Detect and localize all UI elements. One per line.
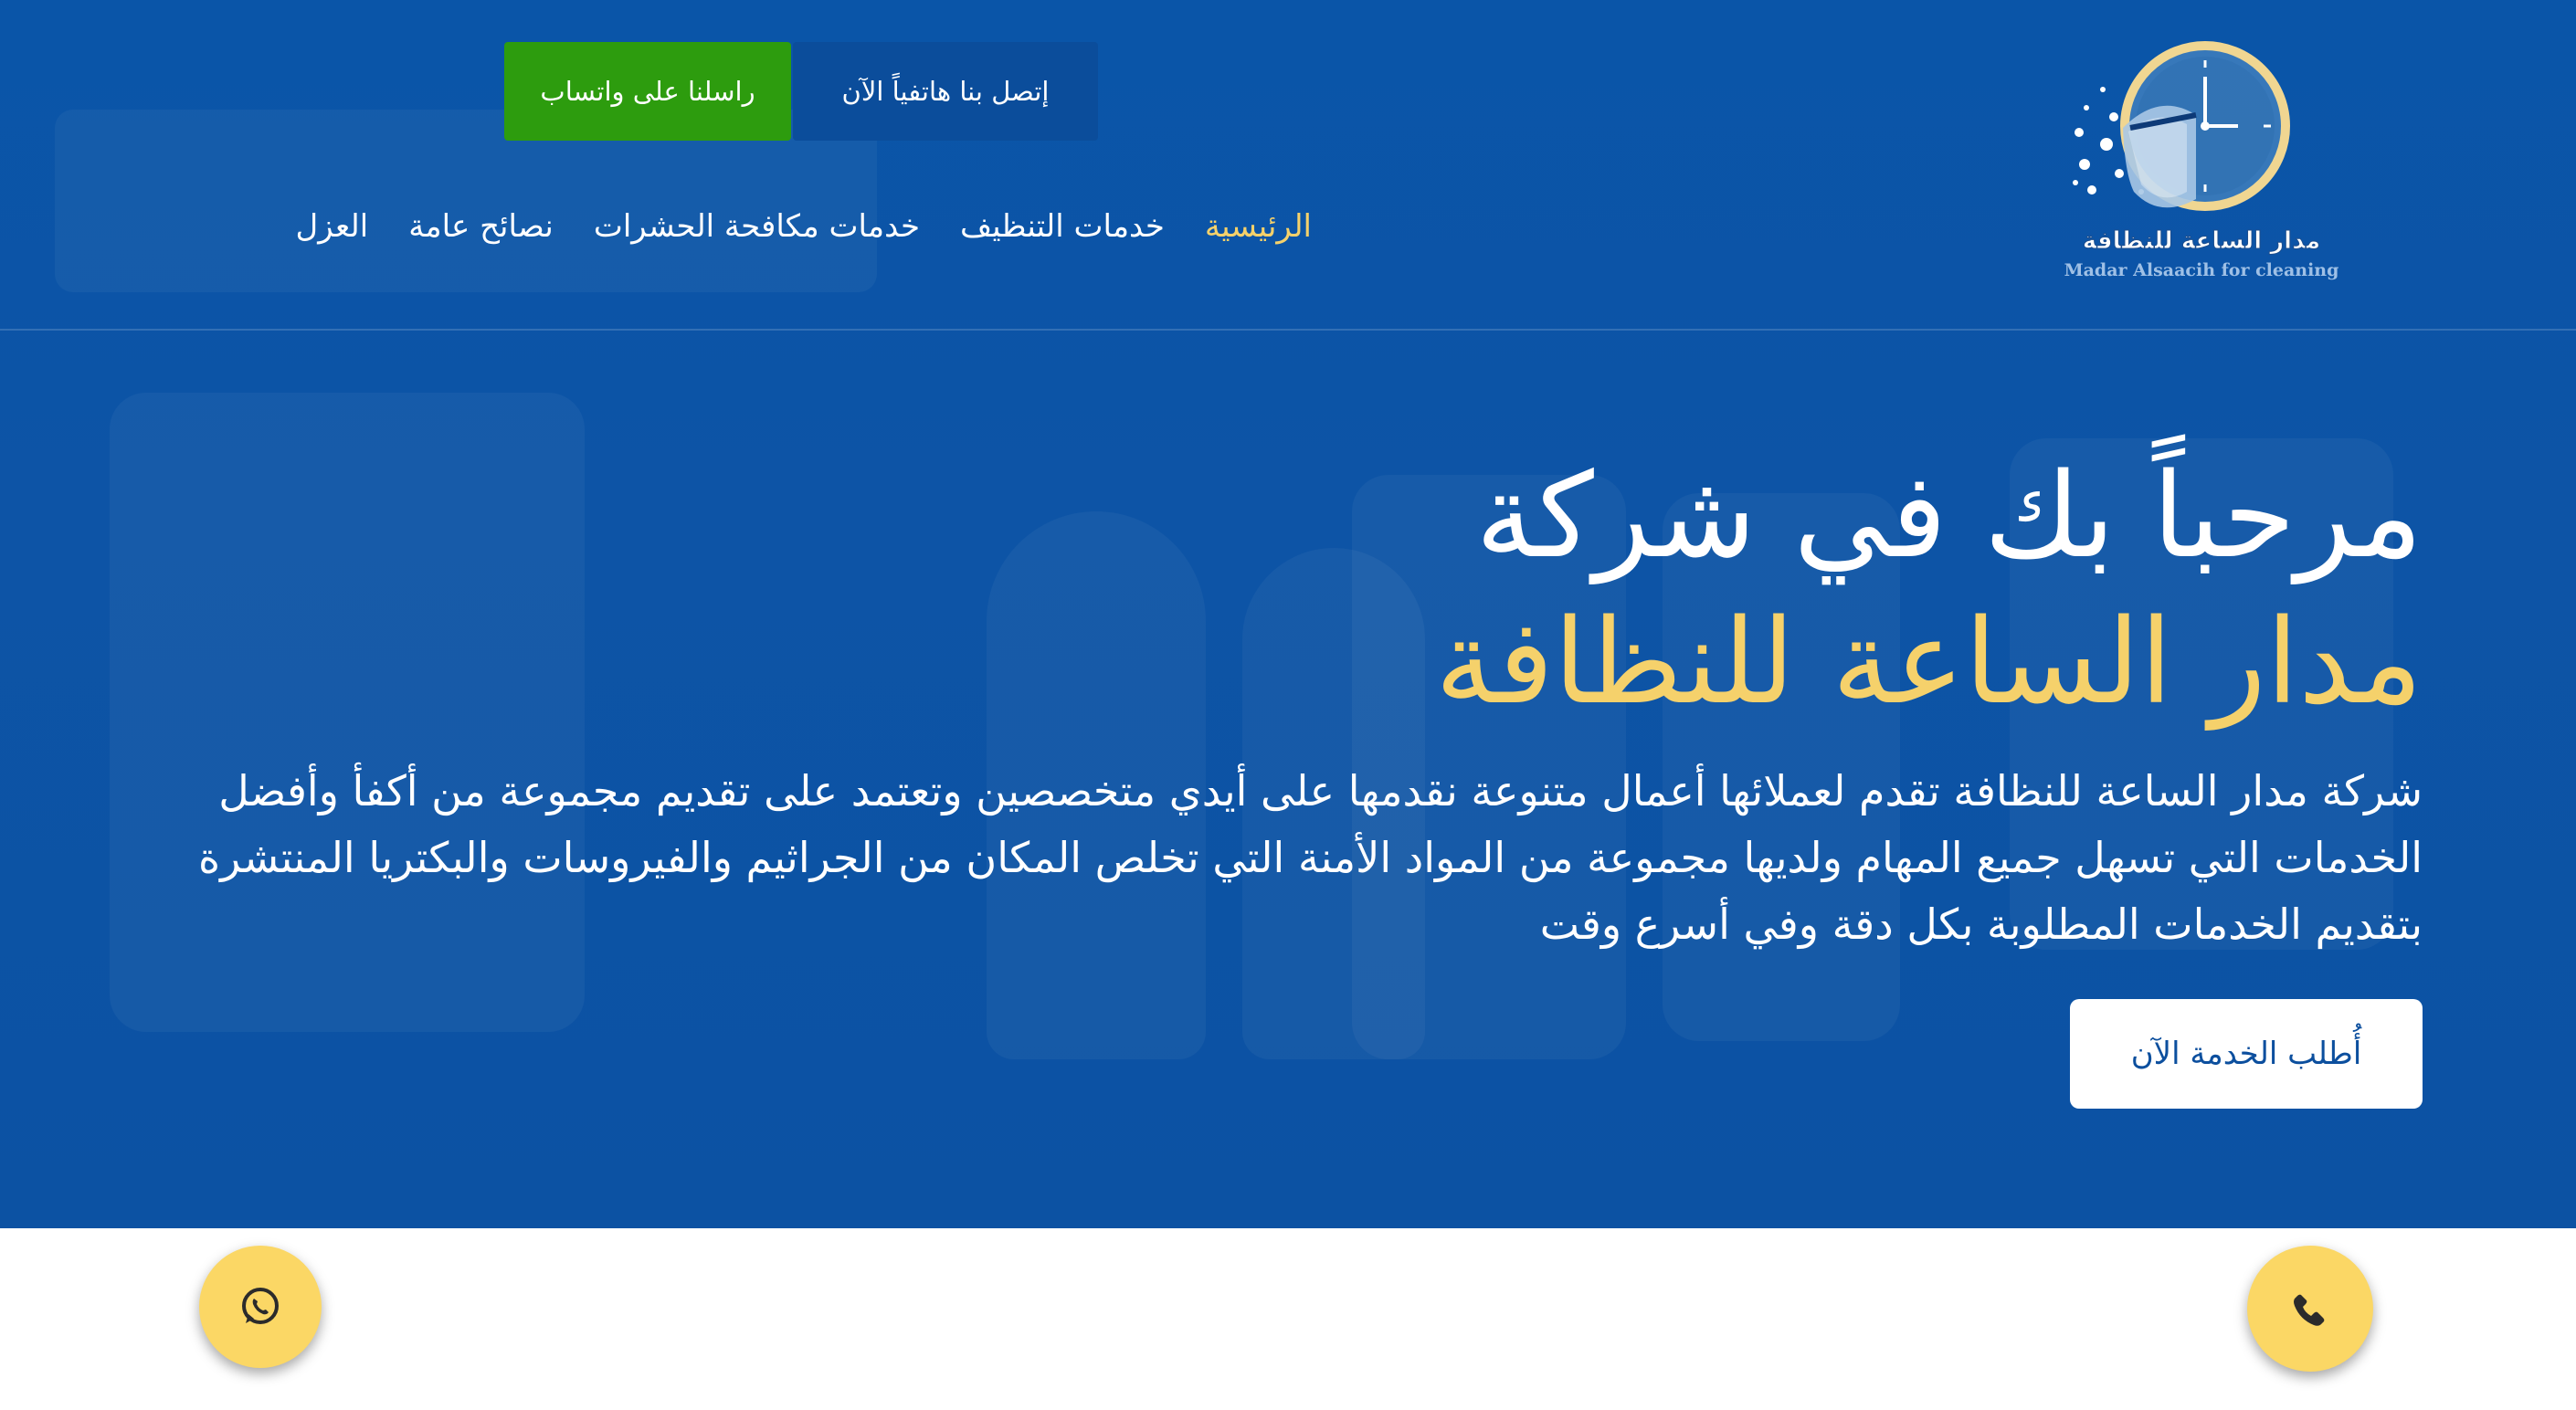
header-divider <box>0 329 2576 331</box>
hero-title-line-1: مرحباً بك في شركة <box>1475 448 2423 584</box>
nav-item-general-tips[interactable]: نصائح عامة <box>408 208 554 245</box>
main-nav: الرئيسية خدمات التنظيف خدمات مكافحة الحش… <box>296 199 1312 254</box>
floating-phone-button[interactable] <box>2247 1246 2373 1372</box>
floating-whatsapp-button[interactable] <box>199 1246 322 1368</box>
nav-item-insulation[interactable]: العزل <box>296 208 369 245</box>
hero-title-line-2: مدار الساعة للنظافة <box>1434 595 2423 731</box>
whatsapp-message-button[interactable]: راسلنا على واتساب <box>504 42 791 141</box>
hero-description: شركة مدار الساعة للنظافة تقدم لعملائها أ… <box>198 766 2423 949</box>
brand-logo[interactable]: مدار الساعة للنظافة Madar Alsaacih for c… <box>2059 37 2342 292</box>
order-service-button[interactable]: أُطلب الخدمة الآن <box>2070 999 2423 1109</box>
nav-item-home[interactable]: الرئيسية <box>1205 208 1312 245</box>
whatsapp-icon <box>242 1288 279 1324</box>
nav-item-pest-control[interactable]: خدمات مكافحة الحشرات <box>594 208 920 245</box>
logo-arabic-text: مدار الساعة للنظافة <box>2083 227 2320 255</box>
logo-english-text: Madar Alsaacih for cleaning <box>2064 260 2339 280</box>
page: مدار الساعة للنظافة Madar Alsaacih for c… <box>0 0 2576 1410</box>
phone-icon <box>2294 1294 2325 1326</box>
nav-item-cleaning-services[interactable]: خدمات التنظيف <box>960 208 1165 245</box>
call-now-button[interactable]: إتصل بنا هاتفياً الآن <box>793 42 1098 141</box>
hero-title: مرحباً بك في شركة مدار الساعة للنظافة <box>1435 444 2423 736</box>
